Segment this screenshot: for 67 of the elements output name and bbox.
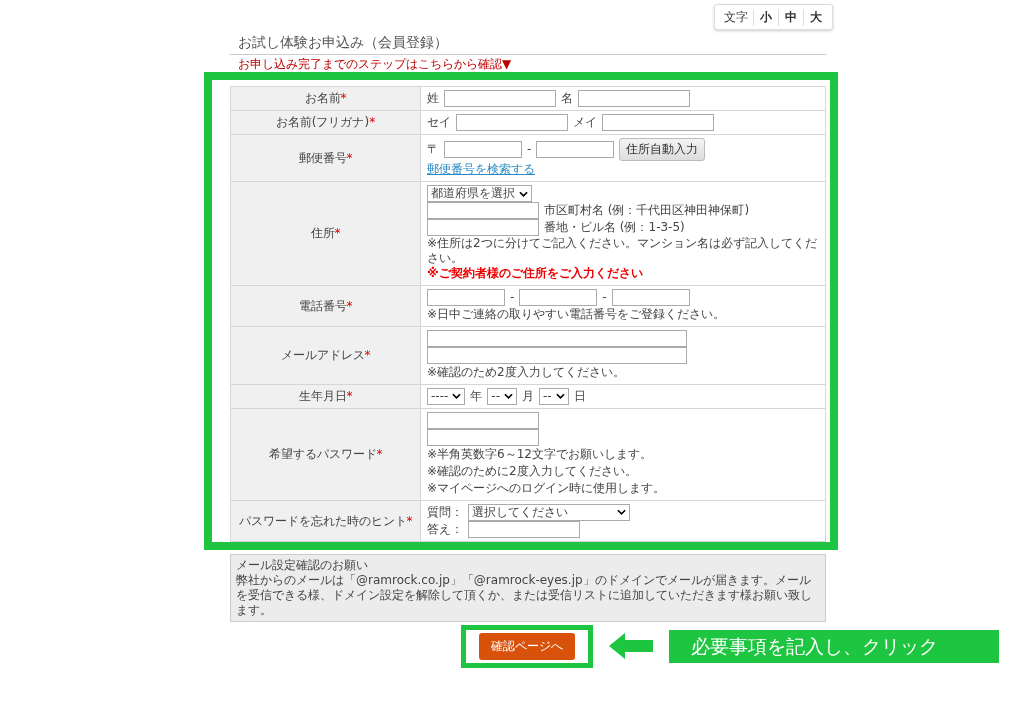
field-caption: 市区町村名 (例：千代田区神田神保町): [544, 203, 750, 218]
page-title: お試し体験お申込み（会員登録）: [230, 34, 826, 55]
field-label: 住所*: [310, 226, 341, 241]
field-caption: 名: [561, 91, 573, 106]
select-field[interactable]: 都道府県を選択: [427, 185, 532, 203]
input-field[interactable]: [611, 288, 690, 306]
select-field[interactable]: ----: [427, 387, 466, 405]
field-caption: 質問：: [427, 505, 463, 520]
field-label: パスワードを忘れた時のヒント*: [238, 513, 413, 528]
note-text: ※確認のために2度入力してください。: [427, 464, 637, 479]
field-caption: -: [527, 142, 532, 157]
steps-link[interactable]: お申し込み完了までのステップはこちらから確認▼: [230, 54, 826, 73]
font-size-option[interactable]: 大: [803, 8, 828, 26]
input-field[interactable]: [519, 288, 598, 306]
select-field[interactable]: --: [487, 387, 517, 405]
field-caption: 月: [522, 389, 534, 404]
field-label: メールアドレス*: [280, 348, 371, 363]
chevron-icon: [617, 509, 626, 516]
input-field[interactable]: [578, 90, 690, 108]
warning-text: ※ご契約者様のご住所をご入力ください: [427, 266, 643, 281]
font-size-option[interactable]: 中: [778, 8, 803, 26]
note-text: ※日中ご連絡の取りやすい電話番号をご登録ください。: [427, 307, 726, 322]
field-caption: メイ: [573, 115, 597, 130]
input-field[interactable]: [536, 141, 615, 159]
input-field[interactable]: [444, 141, 522, 159]
confirm-button[interactable]: 確認ページへ: [479, 632, 575, 660]
input-field[interactable]: [427, 202, 539, 220]
chevron-icon: [555, 393, 565, 400]
field-caption: -: [510, 290, 515, 305]
chevron-icon: [519, 190, 528, 197]
input-field[interactable]: [444, 90, 556, 108]
select-field[interactable]: 選択してください: [468, 503, 630, 521]
field-caption: 年: [470, 389, 483, 404]
notice-text: 弊社からのメールは「@ramrock.co.jp」「@ramrock-eyes.jp」のドメインでメールが届きます。メールを受信できる様、ドメイン設定を解除して頂くか、または受信リストに追加していただきます様お願い致します。: [236, 572, 813, 618]
notice-title: メール設定確認のお願い: [236, 557, 369, 573]
font-size-option[interactable]: 小: [753, 8, 778, 26]
arrow-icon: [609, 633, 653, 660]
field-caption: 〒: [427, 142, 439, 157]
note-text: ※マイページへのログイン時に使用します。: [427, 481, 666, 496]
field-caption: 番地・ビル名 (例：1-3-5): [544, 220, 685, 235]
input-field[interactable]: [427, 288, 505, 306]
auto-fill-button[interactable]: 住所自動入力: [619, 138, 706, 162]
instruction-banner: 必要事項を記入し、クリック: [669, 630, 999, 663]
chevron-icon: [452, 393, 462, 400]
field-caption: 答え：: [427, 522, 463, 537]
field-caption: 日: [573, 389, 586, 404]
field-label: 電話番号*: [298, 298, 353, 313]
field-label: 希望するパスワード*: [268, 447, 383, 462]
input-field[interactable]: [602, 114, 714, 132]
note-text: ※確認のため2度入力してください。: [427, 365, 625, 380]
postal-search-link[interactable]: 郵便番号を検索する: [427, 162, 535, 177]
field-caption: 姓: [427, 91, 439, 106]
input-field[interactable]: [427, 219, 539, 237]
field-caption: -: [602, 290, 607, 305]
input-field[interactable]: [427, 411, 539, 429]
select-field[interactable]: --: [539, 387, 569, 405]
field-label: お名前*: [304, 91, 347, 106]
field-label: 郵便番号*: [298, 151, 353, 165]
font-size-label: 文字: [723, 9, 749, 25]
field-label: 生年月日*: [298, 389, 353, 404]
note-text: ※住所は2つに分けてご記入ください。マンション名は必ず記入してください。: [427, 236, 818, 265]
chevron-icon: [504, 393, 513, 400]
input-field[interactable]: [456, 114, 568, 132]
note-text: ※半角英数字6～12文字でお願いします。: [427, 447, 652, 462]
field-label: お名前(フリガナ)*: [275, 115, 376, 130]
field-caption: セイ: [427, 115, 451, 130]
input-field[interactable]: [427, 329, 687, 347]
